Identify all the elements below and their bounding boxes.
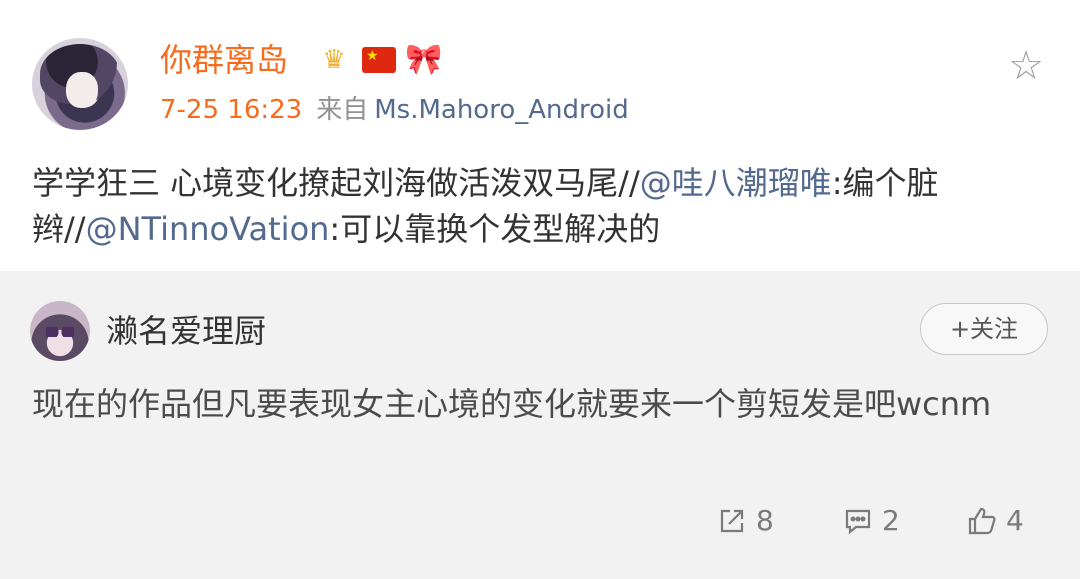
star-icon[interactable]: ☆ xyxy=(1004,44,1048,88)
repost-username[interactable]: 濑名爱理厨 xyxy=(106,309,266,353)
post-text: 学学狂三 心境变化撩起刘海做活泼双马尾//@哇八潮瑠唯:编个脏辫//@NTinn… xyxy=(32,160,1042,252)
bow-badge-icon[interactable]: 🎀 xyxy=(405,42,442,78)
like-icon xyxy=(968,507,996,535)
follow-button[interactable]: +关注 xyxy=(920,303,1048,355)
post-time: 7-25 16:23 xyxy=(160,95,303,125)
from-label: 来自 xyxy=(316,95,369,125)
crown-badge-icon[interactable]: ♛ xyxy=(316,42,352,78)
username[interactable]: 你群离岛 xyxy=(160,40,288,80)
like-action[interactable]: 4 xyxy=(966,503,1024,539)
post-text-segment: 学学狂三 心境变化撩起刘海做活泼双马尾// xyxy=(32,164,640,202)
avatar-face-shape xyxy=(66,72,98,108)
like-count: 4 xyxy=(1006,504,1024,537)
mention-link[interactable]: @哇八潮瑠唯 xyxy=(640,164,832,202)
action-bar: 8 2 4 xyxy=(0,499,1080,543)
china-flag-badge-icon[interactable]: ★ xyxy=(362,47,396,73)
comment-count: 2 xyxy=(882,504,900,537)
repost-icon xyxy=(720,509,744,533)
post-text-segment: :可以靠换个发型解决的 xyxy=(329,210,661,248)
post-source[interactable]: Ms.Mahoro_Android xyxy=(374,95,629,125)
comment-action[interactable]: 2 xyxy=(842,503,900,539)
user-badges: ♛ ★ 🎀 xyxy=(316,42,442,78)
repost-action[interactable]: 8 xyxy=(716,503,774,539)
avatar-eyes-shape xyxy=(46,327,74,337)
comment-icon xyxy=(845,509,871,535)
repost-count: 8 xyxy=(756,504,774,537)
post-meta: 7-25 16:23 来自 Ms.Mahoro_Android xyxy=(160,92,629,128)
repost-user-avatar[interactable] xyxy=(30,301,90,361)
user-avatar[interactable] xyxy=(32,38,128,130)
mention-link[interactable]: @NTinnoVation xyxy=(86,210,330,248)
reposted-section: 濑名爱理厨 +关注 现在的作品但凡要表现女主心境的变化就要来一个剪短发是吧wcn… xyxy=(0,271,1080,579)
repost-text: 现在的作品但凡要表现女主心境的变化就要来一个剪短发是吧wcnm xyxy=(32,385,992,423)
weibo-post: 你群离岛 ♛ ★ 🎀 7-25 16:23 来自 Ms.Mahoro_Android… xyxy=(0,0,1080,271)
